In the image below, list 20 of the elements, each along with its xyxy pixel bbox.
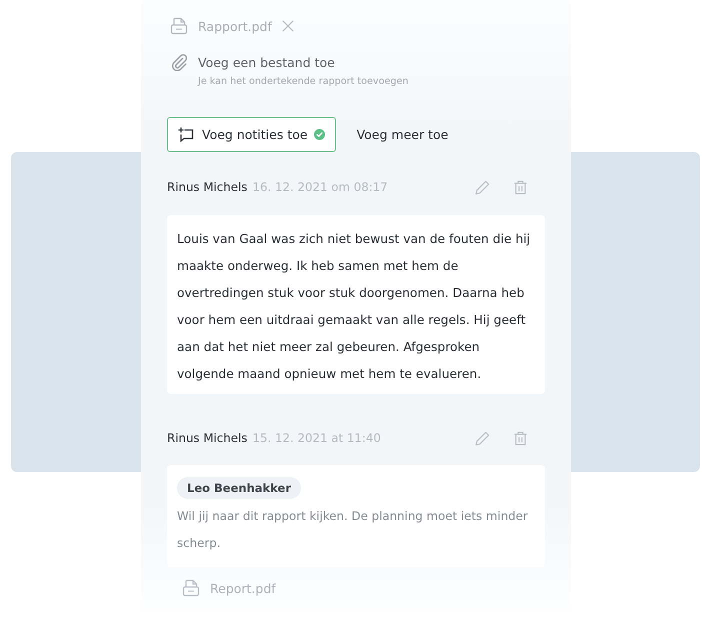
mention-tag[interactable]: Leo Beenhakker [177,477,301,499]
add-file-link[interactable]: Voeg een bestand toe [198,54,335,70]
note-timestamp: 15. 12. 2021 at 11:40 [252,431,381,445]
note-author: Rinus Michels [167,180,248,194]
close-icon[interactable] [282,20,294,32]
tab[interactable]: Voeg meer toe [346,117,460,152]
comment-add-icon [178,126,194,142]
note-text: Louis van Gaal was zich niet bewust van de fouten die hij maakte onderweg. Ik heb samen met hem de overtredingen stuk voor stuk doorgenomen. Daarna heb voor hem een uitdraai gemaakt van alle regels. Hij geeft aan dat het niet meer zal gebeuren. Afgesproken volgende maand opnieuw met hem te evalueren. [177,231,532,383]
note-timestamp: 16. 12. 2021 om 08:17 [252,180,388,194]
tab[interactable]: Voeg notities toe [167,117,336,152]
add-file-hint: Je kan het ondertekende rapport toevoegen [198,75,410,89]
file-icon [170,17,188,35]
trash-icon[interactable] [513,430,528,446]
trash-icon[interactable] [513,180,528,194]
paperclip-icon[interactable] [170,53,188,71]
file-icon [182,579,200,597]
note-text: Wil jij naar dit rapport kijken. De planning moet iets minder scherp. [177,508,529,552]
pencil-icon[interactable] [475,180,490,194]
pencil-icon[interactable] [475,430,490,446]
note-author: Rinus Michels [167,431,248,445]
